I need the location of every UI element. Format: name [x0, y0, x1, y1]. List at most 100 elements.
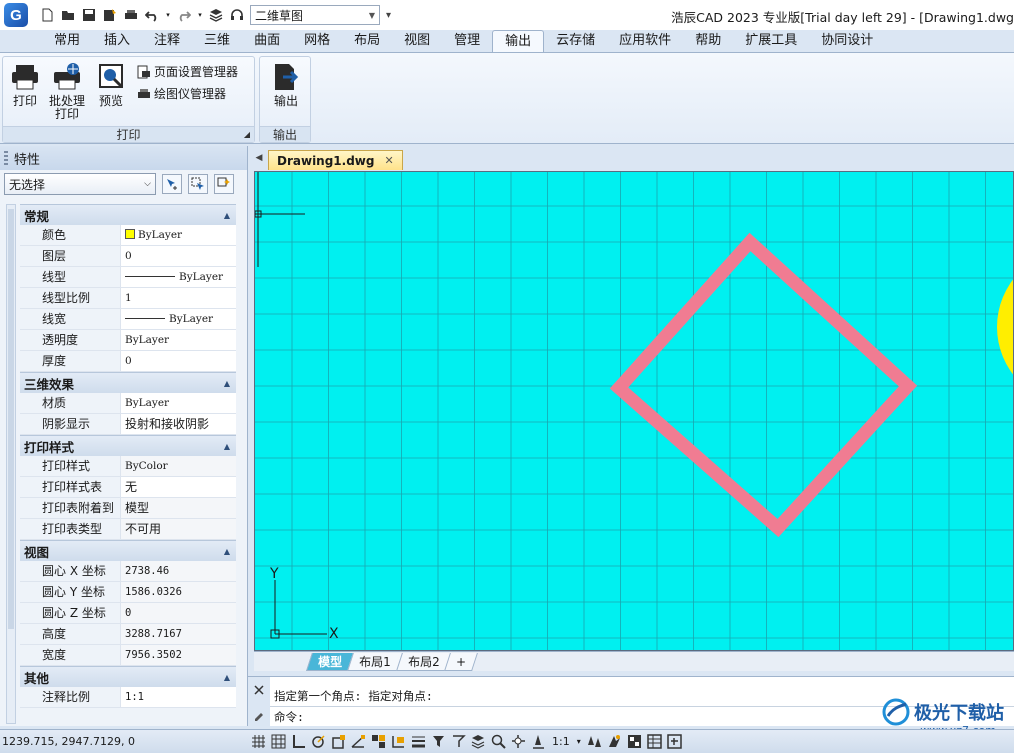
- close-icon[interactable]: ✕: [384, 154, 393, 167]
- prop-plot-style[interactable]: 打印样式 ByColor: [20, 456, 236, 477]
- pan-icon[interactable]: [510, 733, 527, 750]
- prop-layer[interactable]: 图层 0: [20, 246, 236, 267]
- tab-6[interactable]: 布局: [342, 30, 392, 52]
- select-objects-button[interactable]: [188, 174, 208, 194]
- toolbar-lock-icon[interactable]: [626, 733, 643, 750]
- transparency-icon[interactable]: [430, 733, 447, 750]
- tab-13[interactable]: 扩展工具: [733, 30, 809, 52]
- panel-grip-icon[interactable]: [4, 151, 8, 165]
- coordinate-readout[interactable]: 1239.715, 2947.7129, 0: [0, 735, 250, 748]
- tab-14[interactable]: 协同设计: [809, 30, 885, 52]
- redo-dropdown-icon[interactable]: ▾: [196, 6, 204, 24]
- redo-icon[interactable]: [175, 6, 193, 24]
- section-misc[interactable]: 其他 ▲: [20, 666, 236, 687]
- polar-icon[interactable]: [310, 733, 327, 750]
- layers-icon[interactable]: [207, 6, 225, 24]
- headset-icon[interactable]: [228, 6, 246, 24]
- section-plot-style[interactable]: 打印样式 ▲: [20, 435, 236, 456]
- annotation-scale[interactable]: 1:1: [552, 735, 570, 748]
- page-setup-manager-button[interactable]: 页面设置管理器: [137, 63, 238, 80]
- section-view[interactable]: 视图 ▲: [20, 540, 236, 561]
- chevron-down-icon[interactable]: ▾: [577, 737, 581, 746]
- section-3d-effects[interactable]: 三维效果 ▲: [20, 372, 236, 393]
- prop-color[interactable]: 颜色 ByLayer: [20, 225, 236, 246]
- layout-tab-2[interactable]: 布局2: [395, 652, 452, 671]
- tab-3[interactable]: 三维: [192, 30, 242, 52]
- tab-8[interactable]: 管理: [442, 30, 492, 52]
- tab-0[interactable]: 常用: [42, 30, 92, 52]
- tab-scroll-left-icon[interactable]: ◀: [250, 146, 268, 170]
- prop-height[interactable]: 高度 3288.7167: [20, 624, 236, 645]
- prop-linetype-scale[interactable]: 线型比例 1: [20, 288, 236, 309]
- lineweight-icon[interactable]: [410, 733, 427, 750]
- print-icon[interactable]: [122, 6, 140, 24]
- prop-lineweight[interactable]: 线宽 ByLayer: [20, 309, 236, 330]
- customize-toolbar-icon[interactable]: ▾: [386, 10, 391, 21]
- section-general[interactable]: 常规 ▲: [20, 204, 236, 225]
- workspace-dropdown[interactable]: 二维草图 ▼: [250, 5, 380, 25]
- tab-7[interactable]: 视图: [392, 30, 442, 52]
- tab-10[interactable]: 云存储: [544, 30, 607, 52]
- prop-linetype[interactable]: 线型 ByLayer: [20, 267, 236, 288]
- properties-scrollbar[interactable]: [6, 204, 16, 724]
- collapse-icon[interactable]: ▲: [224, 547, 230, 556]
- command-input[interactable]: 命令:: [274, 709, 304, 725]
- prop-annotation-scale[interactable]: 注释比例 1:1: [20, 687, 236, 708]
- layout-tab-0[interactable]: 模型: [306, 652, 354, 671]
- command-settings-icon[interactable]: [253, 709, 265, 721]
- layout-tab-1[interactable]: 布局1: [347, 652, 403, 671]
- tab-2[interactable]: 注释: [142, 30, 192, 52]
- prop-plot-table[interactable]: 打印样式表无: [20, 477, 236, 498]
- snap-icon[interactable]: [250, 733, 267, 750]
- save-as-icon[interactable]: [101, 6, 119, 24]
- tab-12[interactable]: 帮助: [683, 30, 733, 52]
- dyn-icon[interactable]: [390, 733, 407, 750]
- undo-dropdown-icon[interactable]: ▾: [164, 6, 172, 24]
- scrollbar-thumb[interactable]: [8, 209, 14, 629]
- annotation-autoscale-icon[interactable]: [586, 733, 603, 750]
- prop-center-z[interactable]: 圆心 Z 坐标 0: [20, 603, 236, 624]
- prop-plot-table-type[interactable]: 打印表类型 不可用: [20, 519, 236, 540]
- prop-plot-attached[interactable]: 打印表附着到 模型: [20, 498, 236, 519]
- otrack-icon[interactable]: [350, 733, 367, 750]
- batch-print-button[interactable]: 批处理 打印: [45, 62, 89, 121]
- toggle-pickadd-button[interactable]: [162, 174, 182, 194]
- tab-5[interactable]: 网格: [292, 30, 342, 52]
- prop-width[interactable]: 宽度 7956.3502: [20, 645, 236, 666]
- dialog-launcher-icon[interactable]: ◢: [244, 127, 250, 143]
- close-icon[interactable]: [253, 684, 265, 696]
- save-icon[interactable]: [80, 6, 98, 24]
- grid-icon[interactable]: [270, 733, 287, 750]
- layout-tab-3[interactable]: +: [444, 652, 479, 671]
- ortho-icon[interactable]: [290, 733, 307, 750]
- app-logo[interactable]: G: [0, 0, 32, 30]
- print-button[interactable]: 打印: [8, 62, 42, 108]
- prop-shadow[interactable]: 阴影显示 投射和接收阴影: [20, 414, 236, 435]
- zoom-icon[interactable]: [490, 733, 507, 750]
- tab-drawing1[interactable]: Drawing1.dwg ✕: [268, 150, 403, 170]
- undo-icon[interactable]: [143, 6, 161, 24]
- osnap-icon[interactable]: [330, 733, 347, 750]
- quick-select-button[interactable]: [214, 174, 234, 194]
- tab-11[interactable]: 应用软件: [607, 30, 683, 52]
- prop-center-y[interactable]: 圆心 Y 坐标 1586.0326: [20, 582, 236, 603]
- tab-4[interactable]: 曲面: [242, 30, 292, 52]
- clean-screen-icon[interactable]: [666, 733, 683, 750]
- model-space[interactable]: XY: [255, 172, 1014, 651]
- collapse-icon[interactable]: ▲: [224, 211, 230, 220]
- open-folder-icon[interactable]: [59, 6, 77, 24]
- layer-state-icon[interactable]: [470, 733, 487, 750]
- quick-properties-icon[interactable]: [646, 733, 663, 750]
- collapse-icon[interactable]: ▲: [224, 442, 230, 451]
- prop-transparency[interactable]: 透明度 ByLayer: [20, 330, 236, 351]
- annotation-visibility-icon[interactable]: [530, 733, 547, 750]
- prop-thickness[interactable]: 厚度 0: [20, 351, 236, 372]
- preview-button[interactable]: 预览: [93, 62, 129, 108]
- tab-1[interactable]: 插入: [92, 30, 142, 52]
- collapse-icon[interactable]: ▲: [224, 673, 230, 682]
- new-file-icon[interactable]: [38, 6, 56, 24]
- ducs-icon[interactable]: [370, 733, 387, 750]
- workspace-switch-icon[interactable]: [606, 733, 623, 750]
- selection-dropdown[interactable]: 无选择 ⌵: [4, 173, 156, 195]
- collapse-icon[interactable]: ▲: [224, 379, 230, 388]
